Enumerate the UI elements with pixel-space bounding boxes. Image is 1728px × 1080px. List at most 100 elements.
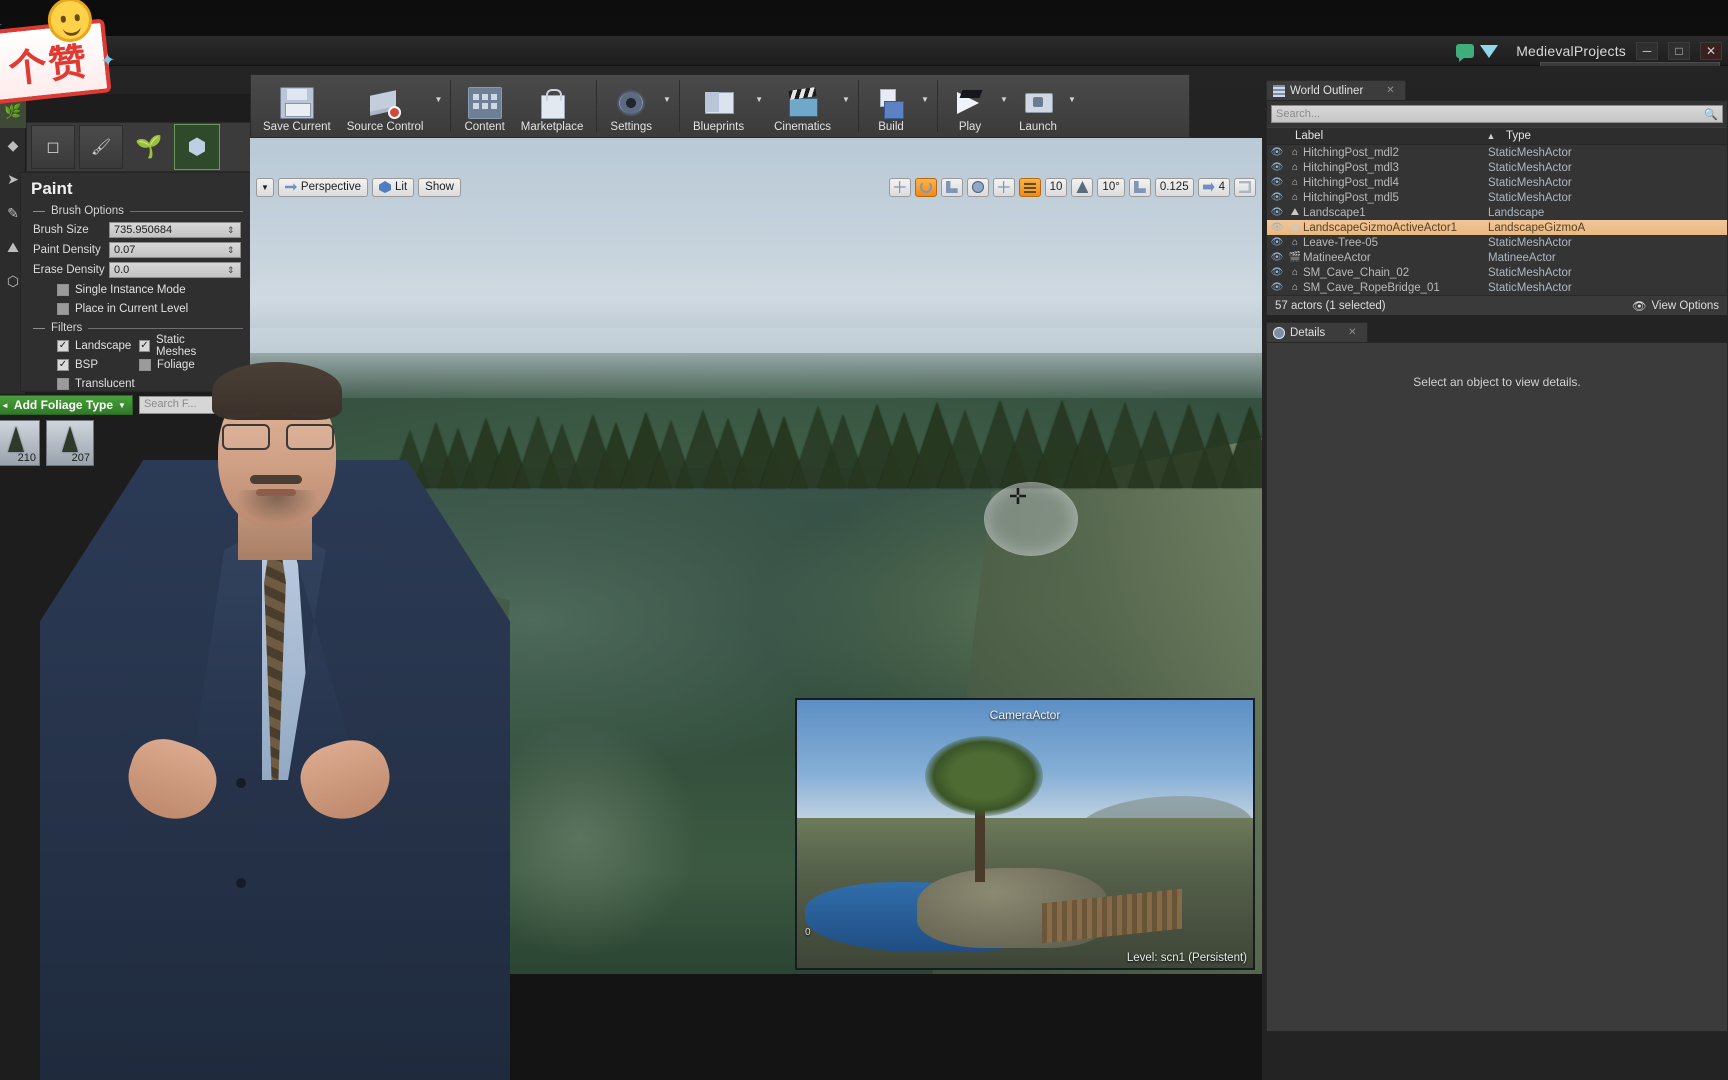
viewport-perspective-button[interactable]: Perspective xyxy=(277,177,369,197)
search-icon[interactable]: 🔍 xyxy=(1704,108,1718,121)
rotate-gizmo-button[interactable] xyxy=(914,177,937,197)
visibility-eye-icon[interactable]: 👁 xyxy=(1267,252,1287,263)
close-button[interactable]: ✕ xyxy=(1700,42,1722,60)
outliner-row[interactable]: 👁 ⌂ HitchingPost_mdl5 StaticMeshActor xyxy=(1267,190,1727,205)
outliner-row[interactable]: 👁 ⌂ HitchingPost_mdl4 StaticMeshActor xyxy=(1267,175,1727,190)
visibility-eye-icon[interactable]: 👁 xyxy=(1267,282,1287,293)
camera-speed-icon xyxy=(1202,182,1215,192)
marketplace-button[interactable]: Marketplace xyxy=(513,77,592,135)
grid-snap-toggle[interactable] xyxy=(1018,177,1041,197)
lit-mode-icon xyxy=(379,181,392,193)
settings-dropdown-icon[interactable]: ▼ xyxy=(660,77,674,135)
save-current-button[interactable]: Save Current xyxy=(255,77,339,135)
viewport-toolbar: ▼ Perspective Lit Show 10 10° 0.125 4 xyxy=(250,174,1262,200)
column-header-label[interactable]: Label xyxy=(1267,130,1482,142)
outliner-row-label: HitchingPost_mdl3 xyxy=(1303,161,1399,174)
viewport-show-button[interactable]: Show xyxy=(418,177,461,197)
toolbar-group-blueprints: Blueprints ▼ Cinematics ▼ xyxy=(685,77,853,135)
blueprints-dropdown-icon[interactable]: ▼ xyxy=(752,77,766,135)
tab-world-outliner[interactable]: World Outliner ✕ xyxy=(1266,80,1406,100)
scale-snap-toggle[interactable] xyxy=(1128,177,1151,197)
gem-icon[interactable] xyxy=(1480,44,1499,58)
outliner-row-label: HitchingPost_mdl2 xyxy=(1303,146,1399,159)
cinematics-button[interactable]: Cinematics xyxy=(766,77,839,135)
brush-size-input[interactable]: 735.950684 ⇕ xyxy=(109,221,241,238)
speech-bubble-icon[interactable] xyxy=(1456,44,1475,62)
viewport-options-button[interactable]: ▼ xyxy=(256,177,274,197)
mode-icon-paint[interactable]: 🖌 xyxy=(79,125,123,169)
maximize-viewport-button[interactable] xyxy=(1234,177,1256,197)
visibility-eye-icon[interactable]: 👁 xyxy=(1267,162,1287,173)
source-control-label: Source Control xyxy=(346,121,424,133)
launch-button[interactable]: Launch xyxy=(1011,77,1065,135)
title-bar: MedievalProjects ─ □ ✕ xyxy=(0,36,1728,66)
close-icon[interactable]: ✕ xyxy=(1348,327,1356,338)
mode-icon-geometry[interactable]: ⬢ xyxy=(174,124,220,170)
angle-snap-toggle[interactable] xyxy=(1071,177,1094,197)
build-dropdown-icon[interactable]: ▼ xyxy=(918,77,932,135)
scale-snap-value[interactable]: 0.125 xyxy=(1154,177,1194,197)
outliner-row[interactable]: 👁 ⌂ HitchingPost_mdl2 StaticMeshActor xyxy=(1267,145,1727,160)
outliner-row[interactable]: 👁 ⌂ HitchingPost_mdl3 StaticMeshActor xyxy=(1267,160,1727,175)
blueprints-button[interactable]: Blueprints xyxy=(685,77,752,135)
minimize-button[interactable]: ─ xyxy=(1636,42,1658,60)
camera-speed-value-label: 4 xyxy=(1218,181,1225,193)
play-button[interactable]: Play xyxy=(943,77,997,135)
foliage-tile[interactable]: 210 xyxy=(0,420,40,466)
actor-count-label: 57 actors (1 selected) xyxy=(1275,299,1386,312)
toolbar-group-content: Content Marketplace xyxy=(456,77,591,135)
source-control-button[interactable]: Source Control xyxy=(339,77,432,135)
surface-snap-button[interactable] xyxy=(992,177,1015,197)
content-browser-button[interactable]: Content xyxy=(456,77,512,135)
outliner-row[interactable]: 👁 🎬 MatineeActor MatineeActor xyxy=(1267,250,1727,265)
visibility-eye-icon[interactable]: 👁 xyxy=(1267,207,1287,218)
outliner-panel: Search... 🔍 Label ▲ Type 👁 ⌂ HitchingPost_… xyxy=(1266,100,1728,316)
sort-ascending-icon[interactable]: ▲ xyxy=(1482,131,1500,141)
scale-gizmo-button[interactable] xyxy=(940,177,963,197)
outliner-row[interactable]: 👁 ⌂ SM_Cave_Chain_02 StaticMeshActor xyxy=(1267,265,1727,280)
cinematics-dropdown-icon[interactable]: ▼ xyxy=(839,77,853,135)
brush-options-label: Brush Options xyxy=(51,205,124,217)
play-label: Play xyxy=(958,121,982,133)
source-control-dropdown-icon[interactable]: ▼ xyxy=(431,77,445,135)
settings-button[interactable]: Settings xyxy=(602,77,660,135)
launch-dropdown-icon[interactable]: ▼ xyxy=(1065,77,1079,135)
mode-icon-foliage[interactable]: 🌱 xyxy=(127,125,171,169)
world-coordinates-button[interactable] xyxy=(966,177,989,197)
outliner-row[interactable]: 👁 ⌂ SM_Cave_RopeBridge_01 StaticMeshActor xyxy=(1267,280,1727,295)
mode-icon-placement[interactable]: ◻ xyxy=(31,125,75,169)
tab-details[interactable]: Details ✕ xyxy=(1266,322,1368,342)
outliner-row-label: Leave-Tree-05 xyxy=(1303,236,1379,249)
view-options-button[interactable]: 👁 View Options xyxy=(1632,299,1719,313)
paint-panel-title: Paint xyxy=(31,179,73,198)
angle-snap-value[interactable]: 10° xyxy=(1097,177,1125,197)
details-tabstrip: Details ✕ xyxy=(1266,322,1728,342)
maximize-button[interactable]: □ xyxy=(1668,42,1690,60)
visibility-eye-icon[interactable]: 👁 xyxy=(1267,147,1287,158)
visibility-eye-icon[interactable]: 👁 xyxy=(1267,237,1287,248)
camera-speed-button[interactable]: 4 xyxy=(1197,177,1230,197)
content-browser-icon xyxy=(467,87,502,119)
build-button[interactable]: Build xyxy=(864,77,918,135)
visibility-eye-icon[interactable]: 👁 xyxy=(1267,267,1287,278)
close-icon[interactable]: ✕ xyxy=(1386,85,1394,96)
visibility-eye-icon[interactable]: 👁 xyxy=(1267,222,1287,233)
outliner-search-input[interactable]: Search... 🔍 xyxy=(1271,105,1723,123)
play-dropdown-icon[interactable]: ▼ xyxy=(997,77,1011,135)
visibility-eye-icon[interactable]: 👁 xyxy=(1267,177,1287,188)
presenter-suit-button xyxy=(236,778,246,788)
grid-snap-value-label: 10 xyxy=(1049,181,1063,193)
save-current-label: Save Current xyxy=(263,121,331,133)
viewport-viewmode-button[interactable]: Lit xyxy=(372,177,415,197)
column-header-type[interactable]: Type xyxy=(1500,130,1727,142)
spinner-icon[interactable]: ⇕ xyxy=(227,225,237,236)
mode-place-button[interactable]: ◆ xyxy=(0,128,26,162)
grid-snap-value[interactable]: 10 xyxy=(1044,177,1068,197)
outliner-row[interactable]: 👁 ⛰ Landscape1 Landscape xyxy=(1267,205,1727,220)
visibility-eye-icon[interactable]: 👁 xyxy=(1267,192,1287,203)
lit-label: Lit xyxy=(395,181,408,193)
translate-gizmo-button[interactable] xyxy=(888,177,911,197)
outliner-row[interactable]: 👁 ⌂ Leave-Tree-05 StaticMeshActor xyxy=(1267,235,1727,250)
camera-preview-pip[interactable]: CameraActor 0 Level: scn1 (Persistent) xyxy=(795,698,1255,970)
outliner-row[interactable]: 👁 ◉ LandscapeGizmoActiveActor1 LandscapeGiz… xyxy=(1267,220,1727,235)
